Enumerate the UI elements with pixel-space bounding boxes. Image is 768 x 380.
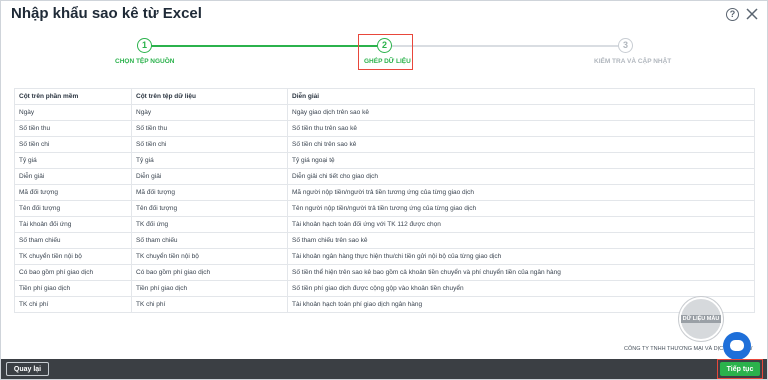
mapping-table-container: Cột trên phần mềm Cột trên tệp dữ liệu D… — [14, 88, 755, 313]
dialog-header: Nhập khẩu sao kê từ Excel ? — [1, 1, 767, 31]
table-row[interactable]: Số tiền thu Số tiền thu Số tiền thu trên s… — [14, 120, 755, 137]
step-2-label: GHÉP DỮ LIỆU — [364, 58, 411, 65]
cell-software-column: Tiền phí giao dịch — [14, 280, 132, 297]
chat-support-button[interactable] — [723, 332, 751, 360]
chat-icon — [730, 340, 744, 351]
step-connector-done — [148, 45, 377, 47]
cell-software-column: Mã đối tượng — [14, 184, 132, 201]
cell-description: Tỷ giá ngoại tệ — [287, 152, 755, 169]
table-row[interactable]: Tên đối tượng Tên đối tượng Tên người nộp … — [14, 200, 755, 217]
table-row[interactable]: Có bao gồm phí giao dịch Có bao gồm phí g… — [14, 264, 755, 281]
dialog-footer: Quay lại Tiếp tục — [1, 359, 767, 379]
table-row[interactable]: TK chuyển tiền nội bộ TK chuyển tiền nội … — [14, 248, 755, 265]
table-row[interactable]: Số tham chiếu Số tham chiếu Số tham chiếu … — [14, 232, 755, 249]
back-button[interactable]: Quay lại — [6, 362, 49, 376]
cell-software-column: TK chuyển tiền nội bộ — [14, 248, 132, 265]
cell-file-column[interactable]: Số tham chiếu — [131, 232, 288, 249]
cell-description: Diễn giải chi tiết cho giao dịch — [287, 168, 755, 185]
cell-file-column[interactable]: Có bao gồm phí giao dịch — [131, 264, 288, 281]
table-row[interactable]: Diễn giải Diễn giải Diễn giải chi tiết cho… — [14, 168, 755, 185]
cell-description: Tên người nộp tiền/người trả tiền tương … — [287, 200, 755, 217]
cell-file-column[interactable]: TK chi phí — [131, 296, 288, 313]
cell-description: Tài khoản ngân hàng thực hiện thu/chi ti… — [287, 248, 755, 265]
cell-description: Số tiền phí giao dịch được cộng gộp vào … — [287, 280, 755, 297]
cell-description: Tài khoản hạch toán đối ứng với TK 112 đ… — [287, 216, 755, 233]
cell-file-column[interactable]: Tiền phí giao dịch — [131, 280, 288, 297]
dialog-title: Nhập khẩu sao kê từ Excel — [11, 5, 202, 22]
step-2-circle: 2 — [377, 38, 392, 53]
mapping-table: Cột trên phần mềm Cột trên tệp dữ liệu D… — [14, 88, 755, 313]
cell-description: Số tiền chi trên sao kê — [287, 136, 755, 153]
table-row[interactable]: TK chi phí TK chi phí Tài khoản hạch toán … — [14, 296, 755, 313]
cell-description: Mã người nộp tiền/người trả tiền tương ứ… — [287, 184, 755, 201]
import-dialog: Nhập khẩu sao kê từ Excel ? 1 CHỌN TỆP N… — [0, 0, 768, 380]
cell-file-column[interactable]: TK chuyển tiền nội bộ — [131, 248, 288, 265]
cell-description: Ngày giao dịch trên sao kê — [287, 104, 755, 121]
cell-file-column[interactable]: Diễn giải — [131, 168, 288, 185]
cell-software-column: Số tham chiếu — [14, 232, 132, 249]
cell-file-column[interactable]: Mã đối tượng — [131, 184, 288, 201]
cell-file-column[interactable]: Số tiền thu — [131, 120, 288, 137]
cell-software-column: Có bao gồm phí giao dịch — [14, 264, 132, 281]
cell-software-column: Ngày — [14, 104, 132, 121]
cell-software-column: Diễn giải — [14, 168, 132, 185]
cell-software-column: Tỷ giá — [14, 152, 132, 169]
step-1-circle: 1 — [137, 38, 152, 53]
cell-file-column[interactable]: Số tiền chi — [131, 136, 288, 153]
table-header-row: Cột trên phần mềm Cột trên tệp dữ liệu D… — [14, 88, 755, 105]
sample-data-stamp-text: DỮ LIỆU MẪU — [681, 315, 721, 323]
table-row[interactable]: Tiền phí giao dịch Tiền phí giao dịch Số t… — [14, 280, 755, 297]
table-row[interactable]: Số tiền chi Số tiền chi Số tiền chi trên s… — [14, 136, 755, 153]
table-row[interactable]: Mã đối tượng Mã đối tượng Mã người nộp tiề… — [14, 184, 755, 201]
table-row[interactable]: Tỷ giá Tỷ giá Tỷ giá ngoại tệ — [14, 152, 755, 169]
table-row[interactable]: Ngày Ngày Ngày giao dịch trên sao kê — [14, 104, 755, 121]
cell-software-column: TK chi phí — [14, 296, 132, 313]
cell-file-column[interactable]: Tỷ giá — [131, 152, 288, 169]
cell-file-column[interactable]: TK đối ứng — [131, 216, 288, 233]
header-file-column: Cột trên tệp dữ liệu — [131, 88, 288, 105]
cell-file-column[interactable]: Ngày — [131, 104, 288, 121]
next-button[interactable]: Tiếp tục — [720, 362, 760, 376]
table-row[interactable]: Tài khoản đối ứng TK đối ứng Tài khoản hạc… — [14, 216, 755, 233]
cell-file-column[interactable]: Tên đối tượng — [131, 200, 288, 217]
cell-description: Số tiền thể hiện trên sao kê bao gồm cả … — [287, 264, 755, 281]
sample-data-stamp: DỮ LIỆU MẪU — [679, 297, 723, 341]
step-3-circle: 3 — [618, 38, 633, 53]
cell-software-column: Số tiền chi — [14, 136, 132, 153]
help-icon[interactable]: ? — [726, 8, 739, 21]
cell-description: Số tham chiếu trên sao kê — [287, 232, 755, 249]
step-3-label: KIỂM TRA VÀ CẬP NHẬT — [594, 58, 672, 65]
close-icon[interactable] — [745, 7, 759, 21]
cell-description: Số tiền thu trên sao kê — [287, 120, 755, 137]
header-software-column: Cột trên phần mềm — [14, 88, 132, 105]
step-connector-pending — [392, 45, 618, 47]
header-description: Diễn giải — [287, 88, 755, 105]
wizard-stepper: 1 CHỌN TỆP NGUỒN 2 GHÉP DỮ LIỆU 3 KIỂM T… — [1, 31, 767, 75]
cell-software-column: Số tiền thu — [14, 120, 132, 137]
cell-software-column: Tài khoản đối ứng — [14, 216, 132, 233]
step-1-label: CHỌN TỆP NGUỒN — [115, 58, 175, 65]
cell-software-column: Tên đối tượng — [14, 200, 132, 217]
